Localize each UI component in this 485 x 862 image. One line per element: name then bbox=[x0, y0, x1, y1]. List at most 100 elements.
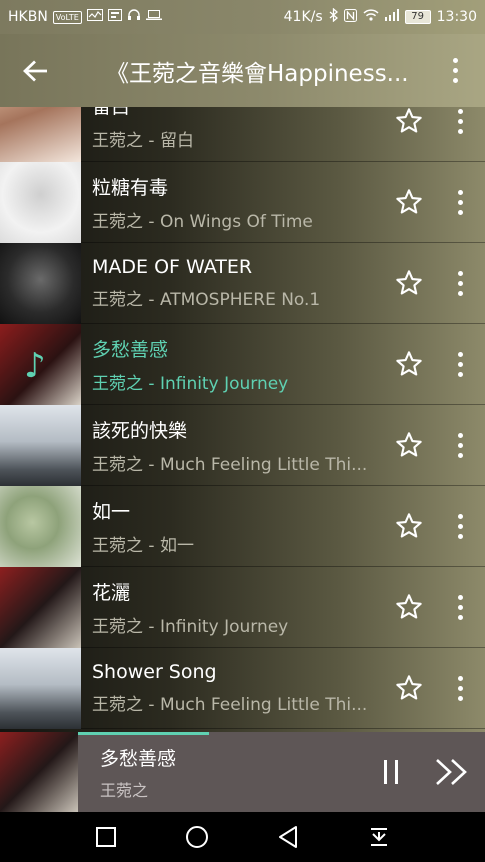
song-row[interactable]: 花灑王菀之 - Infinity Journey bbox=[0, 566, 485, 648]
album-art bbox=[0, 161, 81, 243]
now-playing-title: 多愁善感 bbox=[100, 747, 177, 770]
now-playing-note-icon: ♪ bbox=[24, 345, 46, 386]
back-button[interactable] bbox=[0, 34, 72, 107]
song-row[interactable]: 如一 王菀之 - 如一 bbox=[0, 485, 485, 567]
song-title: Shower Song bbox=[92, 661, 217, 683]
laptop-icon bbox=[145, 9, 162, 25]
favorite-button[interactable] bbox=[383, 567, 435, 648]
song-row[interactable]: 該死的快樂 王菀之 - Much Feeling Little Thi... bbox=[0, 404, 485, 486]
pause-icon bbox=[384, 760, 398, 784]
battery-indicator: 79 bbox=[404, 10, 431, 24]
song-more-button[interactable] bbox=[435, 162, 485, 243]
now-playing-bar[interactable]: 多愁善感 王菀之 bbox=[0, 732, 485, 812]
clock: 13:30 bbox=[436, 9, 477, 25]
song-more-button[interactable] bbox=[435, 405, 485, 486]
now-playing-info[interactable]: 多愁善感 王菀之 bbox=[78, 744, 365, 801]
song-more-button[interactable] bbox=[435, 486, 485, 567]
song-subtitle: 王菀之 - 留白 bbox=[92, 130, 194, 151]
now-playing-album-art[interactable] bbox=[0, 732, 78, 812]
more-vertical-icon bbox=[457, 189, 463, 215]
song-title: 多愁善感 bbox=[92, 338, 169, 361]
pause-button[interactable] bbox=[365, 732, 419, 812]
star-outline-icon bbox=[396, 270, 422, 295]
favorite-button[interactable] bbox=[383, 486, 435, 567]
system-nav-bar bbox=[0, 812, 485, 862]
notification-pull-icon bbox=[371, 828, 388, 846]
star-outline-icon bbox=[396, 432, 422, 457]
nav-back-button[interactable] bbox=[268, 817, 308, 857]
song-row[interactable]: 留白王菀之 - 留白 bbox=[0, 107, 485, 162]
star-outline-icon bbox=[396, 189, 422, 214]
song-more-button[interactable] bbox=[435, 107, 485, 162]
arrow-left-icon bbox=[23, 59, 47, 82]
page-title: 《王菀之音樂會Happiness... bbox=[106, 60, 409, 87]
volte-badge: VoLTE bbox=[52, 10, 82, 24]
status-bar: HKBN VoLTE 41K/s 79 13:30 bbox=[0, 0, 485, 34]
song-more-button[interactable] bbox=[435, 567, 485, 648]
song-title: MADE OF WATER bbox=[92, 256, 253, 278]
overflow-menu-button[interactable] bbox=[425, 34, 485, 107]
status-right: 41K/s 79 13:30 bbox=[283, 7, 477, 26]
song-title: 花灑 bbox=[92, 581, 131, 604]
recent-apps-button[interactable] bbox=[86, 817, 126, 857]
song-more-button[interactable] bbox=[435, 243, 485, 324]
nfc-icon bbox=[343, 8, 357, 26]
song-row[interactable]: Shower Song 王菀之 - Much Feeling Little Thi… bbox=[0, 647, 485, 729]
carrier-label: HKBN bbox=[8, 9, 48, 25]
song-info: 留白王菀之 - 留白 bbox=[81, 107, 383, 151]
network-speed: 41K/s bbox=[283, 9, 323, 25]
favorite-button[interactable] bbox=[383, 648, 435, 729]
song-info: 粒糖有毒王菀之 - On Wings Of Time bbox=[81, 173, 383, 232]
more-vertical-icon bbox=[452, 58, 458, 83]
next-track-button[interactable] bbox=[419, 732, 485, 812]
fast-forward-icon bbox=[436, 759, 467, 785]
album-art bbox=[0, 647, 81, 729]
album-art bbox=[0, 107, 81, 162]
favorite-button[interactable] bbox=[383, 243, 435, 324]
more-vertical-icon bbox=[457, 594, 463, 620]
activity-icon bbox=[86, 9, 103, 25]
song-subtitle: 王菀之 - Infinity Journey bbox=[92, 616, 289, 637]
favorite-button[interactable] bbox=[383, 324, 435, 405]
favorite-button[interactable] bbox=[383, 162, 435, 243]
star-outline-icon bbox=[396, 108, 422, 133]
album-art bbox=[0, 404, 81, 486]
song-info: 如一 王菀之 - 如一 bbox=[81, 497, 383, 556]
song-more-button[interactable] bbox=[435, 324, 485, 405]
favorite-button[interactable] bbox=[383, 107, 435, 162]
song-row[interactable]: ♪ 多愁善感王菀之 - Infinity Journey bbox=[0, 323, 485, 405]
star-outline-icon bbox=[396, 594, 422, 619]
recent-apps-icon bbox=[95, 827, 116, 847]
song-subtitle: 王菀之 - Much Feeling Little Thi... bbox=[92, 454, 368, 475]
song-title: 留白 bbox=[92, 107, 383, 119]
song-subtitle: 王菀之 - On Wings Of Time bbox=[92, 211, 313, 232]
song-subtitle: 王菀之 - Infinity Journey bbox=[92, 373, 289, 394]
notification-icon bbox=[107, 9, 122, 25]
star-outline-icon bbox=[396, 513, 422, 538]
more-vertical-icon bbox=[457, 675, 463, 701]
song-row[interactable]: MADE OF WATER 王菀之 - ATMOSPHERE No.1 bbox=[0, 242, 485, 324]
song-subtitle: 王菀之 - 如一 bbox=[92, 535, 194, 556]
song-list[interactable]: 留白王菀之 - 留白粒糖有毒王菀之 - On Wings Of Time MADE… bbox=[0, 107, 485, 732]
song-info: MADE OF WATER 王菀之 - ATMOSPHERE No.1 bbox=[81, 256, 383, 310]
album-art bbox=[0, 242, 81, 324]
more-vertical-icon bbox=[457, 513, 463, 539]
album-art bbox=[0, 566, 81, 648]
song-title: 粒糖有毒 bbox=[92, 176, 169, 199]
song-more-button[interactable] bbox=[435, 648, 485, 729]
star-outline-icon bbox=[396, 675, 422, 700]
song-subtitle: 王菀之 - ATMOSPHERE No.1 bbox=[92, 290, 321, 310]
star-outline-icon bbox=[396, 351, 422, 376]
song-row[interactable]: 粒糖有毒王菀之 - On Wings Of Time bbox=[0, 161, 485, 243]
song-info: 花灑王菀之 - Infinity Journey bbox=[81, 578, 383, 637]
headphones-icon bbox=[127, 9, 141, 25]
favorite-button[interactable] bbox=[383, 405, 435, 486]
more-vertical-icon bbox=[457, 270, 463, 296]
back-icon bbox=[279, 826, 298, 848]
more-vertical-icon bbox=[457, 351, 463, 377]
home-icon bbox=[185, 826, 208, 848]
notification-pull-button[interactable] bbox=[359, 817, 399, 857]
more-vertical-icon bbox=[457, 108, 463, 134]
home-button[interactable] bbox=[177, 817, 217, 857]
status-left: HKBN VoLTE bbox=[8, 9, 162, 25]
